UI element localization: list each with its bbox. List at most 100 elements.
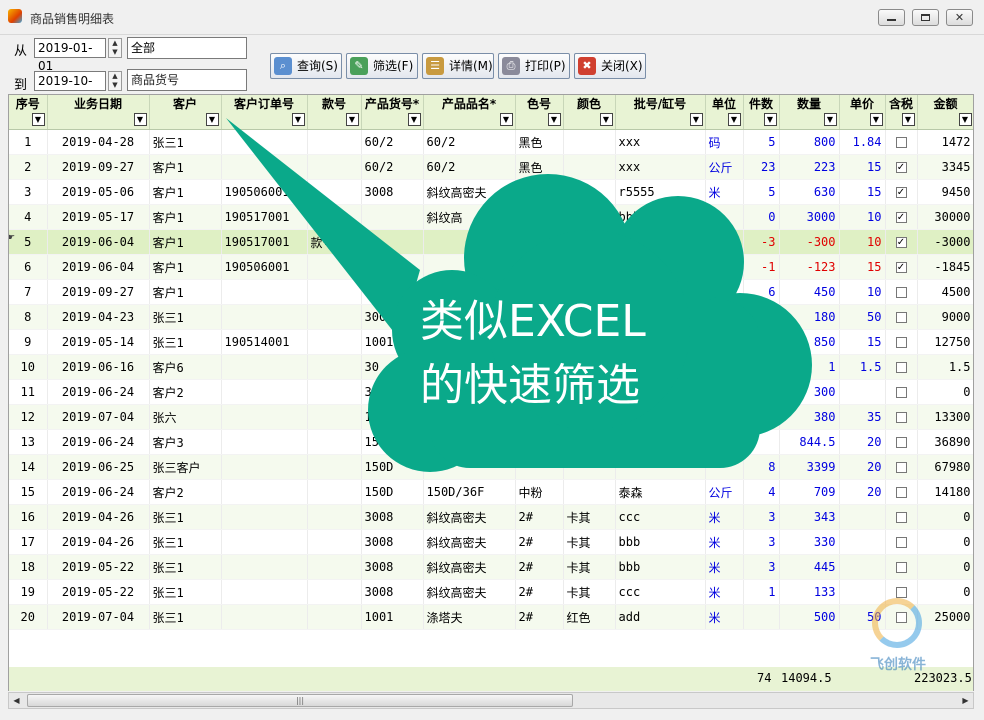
table-row[interactable]: 14 2019-06-25 张三客户 150D 8 3399 20 67980 — [9, 454, 973, 480]
cell-no: 7 — [9, 279, 48, 305]
checkbox[interactable] — [895, 137, 907, 148]
to-date-input[interactable]: 2019-10-15 — [34, 71, 106, 106]
close-window-button[interactable]: ✕ — [946, 9, 973, 26]
cell-code: 3008 — [361, 279, 424, 305]
close-button[interactable]: ✖ 关闭(X) — [574, 53, 646, 79]
customer-filter-input[interactable]: 全部 — [127, 37, 247, 59]
filter-dropdown-icon[interactable]: ▼ — [901, 113, 915, 126]
table-row[interactable]: 18 2019-05-22 张三1 3008 斜纹高密夫 2# 卡其 bbb 米 3 445 0 — [9, 554, 973, 580]
cell-price: 20 — [839, 479, 886, 505]
column-header[interactable]: 产品品名* — [423, 95, 516, 112]
column-header[interactable]: 业务日期 — [47, 95, 150, 112]
checked-checkbox[interactable]: ✓ — [895, 237, 907, 248]
checkbox[interactable] — [895, 462, 907, 473]
checked-checkbox[interactable]: ✓ — [895, 212, 907, 223]
cell-tax: ✓ — [885, 154, 918, 180]
cell-order: 190517001 — [221, 204, 308, 230]
column-header[interactable]: 件数 — [743, 95, 780, 112]
checkbox[interactable] — [895, 362, 907, 373]
column-header[interactable]: 客户 — [149, 95, 222, 112]
cell-style — [307, 454, 362, 480]
filter-dropdown-icon[interactable]: ▼ — [689, 113, 703, 126]
cell-unit: 米 — [705, 554, 744, 580]
from-date-input[interactable]: 2019-01-01 — [34, 38, 106, 73]
column-header[interactable]: 单价 — [839, 95, 886, 112]
filter-dropdown-icon[interactable]: ▼ — [31, 113, 45, 126]
column-header[interactable]: 含税 — [885, 95, 918, 112]
filter-dropdown-icon[interactable]: ▼ — [547, 113, 561, 126]
cell-date: 2019-06-24 — [47, 429, 150, 455]
table-row[interactable]: 4 2019-05-17 客户1 190517001 款号 斜纹高 bbb 米 0 3000 10 ✓… — [9, 204, 973, 230]
checkbox[interactable] — [895, 412, 907, 423]
cell-color — [563, 454, 616, 480]
filter-dropdown-icon[interactable]: ▼ — [958, 113, 972, 126]
table-row[interactable]: 6 2019-06-04 客户1 190506001 300 555 米 -1 -123 15 ✓ -… — [9, 254, 973, 280]
table-row[interactable]: 3 2019-05-06 客户1 190506001 3008 斜纹高密夫 1# 大黑 r555… — [9, 179, 973, 205]
cell-order — [221, 354, 308, 380]
to-date-spinner[interactable]: ▲ ▼ — [108, 71, 122, 91]
cell-style — [307, 604, 362, 630]
column-header[interactable]: 序号 — [9, 95, 48, 112]
scroll-thumb[interactable]: ||| — [27, 694, 573, 707]
cell-cno: 2# — [515, 554, 564, 580]
filter-dropdown-icon[interactable]: ▼ — [345, 113, 359, 126]
column-header[interactable]: 批号/缸号 — [615, 95, 706, 112]
table-row[interactable]: 20 2019-07-04 张三1 1001 涤塔夫 2# 红色 add 米 500 50 25000 — [9, 604, 973, 630]
cell-date: 2019-06-04 — [47, 229, 150, 255]
filter-dropdown-icon[interactable]: ▼ — [133, 113, 147, 126]
scroll-right-icon[interactable]: ▶ — [958, 693, 973, 708]
filter-dropdown-icon[interactable]: ▼ — [599, 113, 613, 126]
filter-dropdown-icon[interactable]: ▼ — [763, 113, 777, 126]
table-row[interactable]: 5 2019-06-04 客户1 190517001 款号2 bb 米 -3 -300 10 ✓ -3… — [9, 229, 973, 255]
checkbox[interactable] — [895, 437, 907, 448]
scroll-left-icon[interactable]: ◀ — [9, 693, 24, 708]
filter-dropdown-icon[interactable]: ▼ — [205, 113, 219, 126]
filter-dropdown-icon[interactable]: ▼ — [499, 113, 513, 126]
filter-cell: ▼ — [839, 112, 886, 130]
checkbox[interactable] — [895, 537, 907, 548]
horizontal-scrollbar[interactable]: ◀ ||| ▶ — [8, 692, 974, 709]
from-date-spinner[interactable]: ▲ ▼ — [108, 38, 122, 58]
table-row[interactable]: 1 2019-04-28 张三1 60/2 60/2 黑色 xxx 码 5 800 1.84 1472 — [9, 129, 973, 155]
column-header[interactable]: 款号 — [307, 95, 362, 112]
checked-checkbox[interactable]: ✓ — [895, 187, 907, 198]
detail-icon: ☰ — [426, 57, 444, 75]
checkbox[interactable] — [895, 562, 907, 573]
table-row[interactable]: 15 2019-06-24 客户2 150D 150D/36F 中粉 泰森 公斤 4 709 20 1… — [9, 479, 973, 505]
query-button[interactable]: ⌕ 查询(S) — [270, 53, 342, 79]
filter-dropdown-icon[interactable]: ▼ — [869, 113, 883, 126]
filter-button[interactable]: ✎ 筛选(F) — [346, 53, 418, 79]
checkbox[interactable] — [895, 312, 907, 323]
table-row[interactable]: 13 2019-06-24 客户3 150 844.5 20 36890 — [9, 429, 973, 455]
cell-cust: 张三1 — [149, 604, 222, 630]
table-row[interactable]: 19 2019-05-22 张三1 3008 斜纹高密夫 2# 卡其 ccc 米 1 133 0 — [9, 579, 973, 605]
column-header[interactable]: 颜色 — [563, 95, 616, 112]
maximize-button[interactable] — [912, 9, 939, 26]
filter-dropdown-icon[interactable]: ▼ — [823, 113, 837, 126]
column-header[interactable]: 单位 — [705, 95, 744, 112]
print-button[interactable]: ⎙ 打印(P) — [498, 53, 570, 79]
checkbox[interactable] — [895, 337, 907, 348]
column-header[interactable]: 客户订单号 — [221, 95, 308, 112]
checked-checkbox[interactable]: ✓ — [895, 262, 907, 273]
column-header[interactable]: 色号 — [515, 95, 564, 112]
checkbox[interactable] — [895, 387, 907, 398]
table-row[interactable]: 17 2019-04-26 张三1 3008 斜纹高密夫 2# 卡其 bbb 米 3 330 0 — [9, 529, 973, 555]
table-row[interactable]: 16 2019-04-26 张三1 3008 斜纹高密夫 2# 卡其 ccc 米 3 343 0 — [9, 504, 973, 530]
filter-dropdown-icon[interactable]: ▼ — [407, 113, 421, 126]
product-code-input[interactable]: 商品货号 — [127, 69, 247, 91]
column-header[interactable]: 金额 — [917, 95, 973, 112]
checkbox[interactable] — [895, 487, 907, 498]
checkbox[interactable] — [895, 512, 907, 523]
checkbox[interactable] — [895, 287, 907, 298]
filter-dropdown-icon[interactable]: ▼ — [727, 113, 741, 126]
detail-button[interactable]: ☰ 详情(M) — [422, 53, 494, 79]
checked-checkbox[interactable]: ✓ — [895, 162, 907, 173]
column-header[interactable]: 产品货号* — [361, 95, 424, 112]
minimize-button[interactable] — [878, 9, 905, 26]
cell-order — [221, 479, 308, 505]
filter-dropdown-icon[interactable]: ▼ — [291, 113, 305, 126]
column-header[interactable]: 数量 — [779, 95, 840, 112]
table-row[interactable]: 2 2019-09-27 客户1 60/2 60/2 黑色 xxx 公斤 23 223 15 ✓ 334… — [9, 154, 973, 180]
cell-pcs: 3 — [743, 304, 780, 330]
